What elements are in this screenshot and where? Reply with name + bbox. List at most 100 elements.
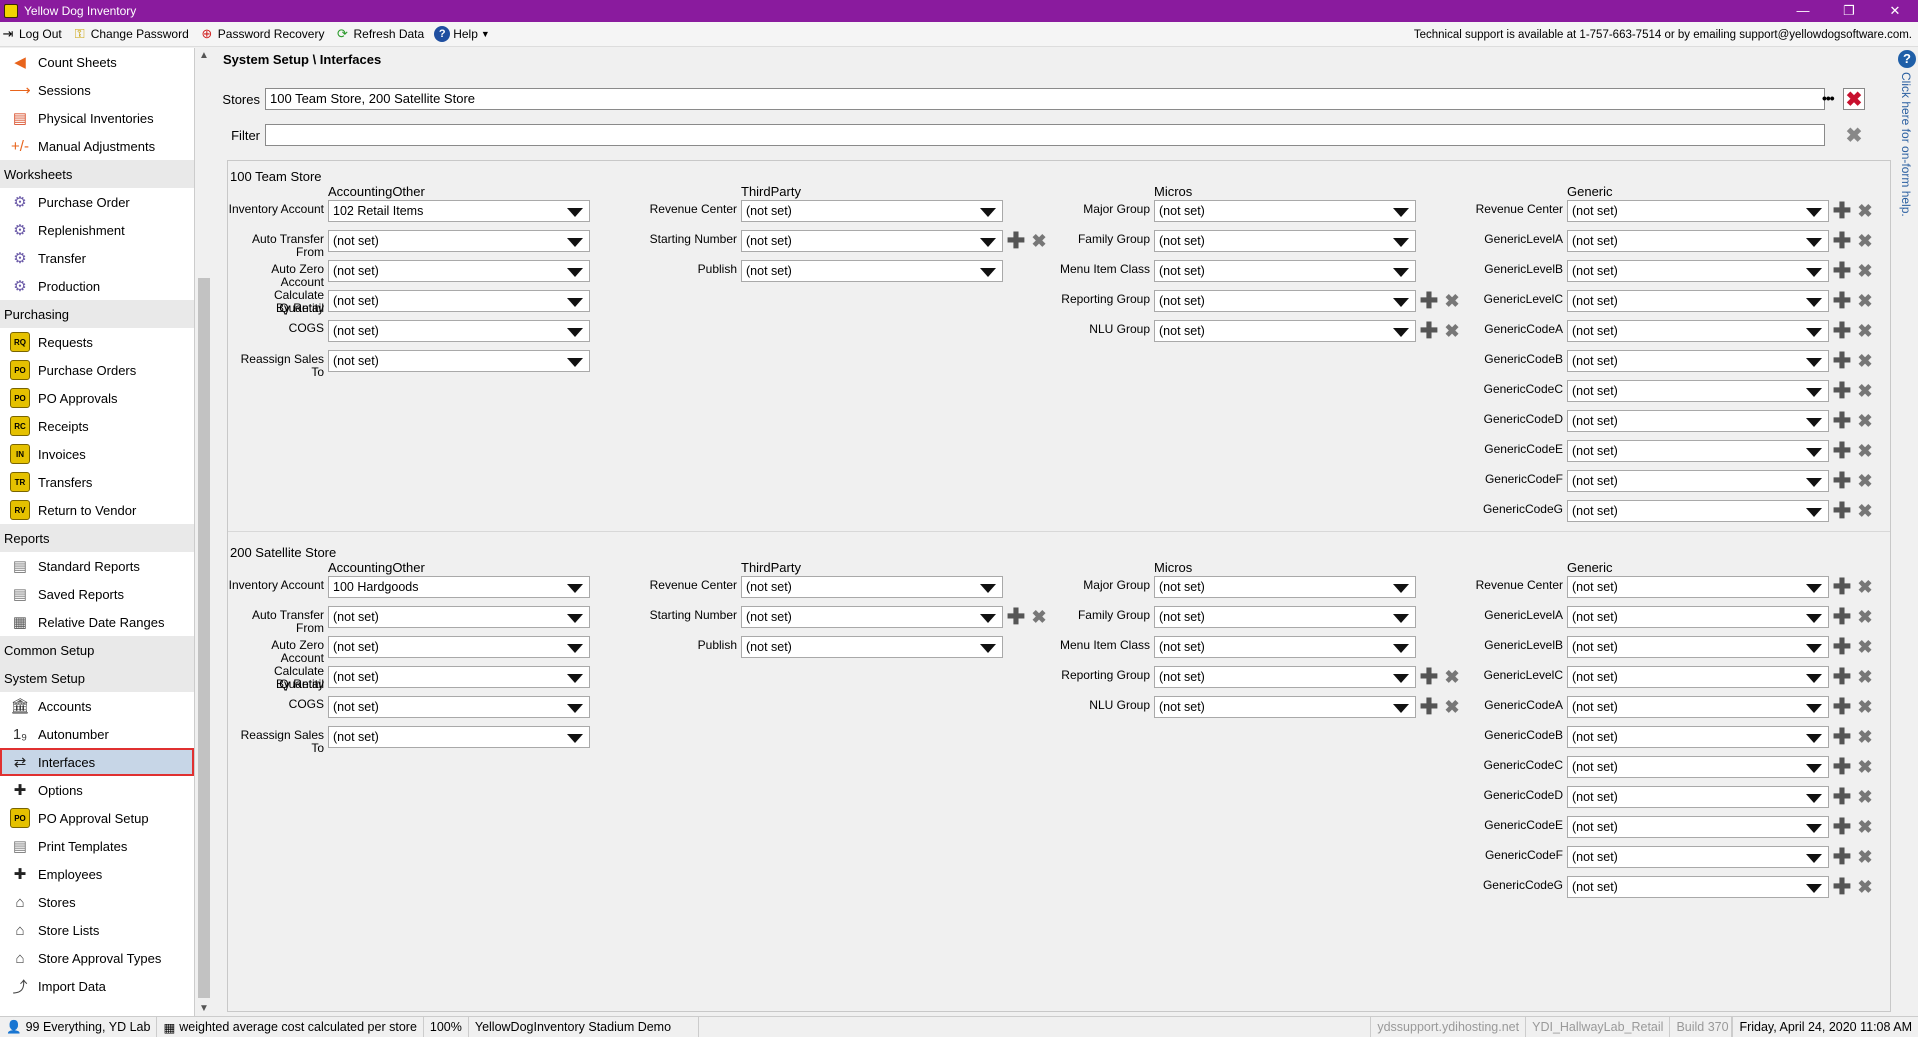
generic-dropdown[interactable]: (not set)	[1567, 440, 1829, 462]
add-icon[interactable]: ✚	[1832, 846, 1852, 868]
dropdown-arrow-icon[interactable]	[1393, 674, 1409, 683]
password-recovery-button[interactable]: ⊕ Password Recovery	[199, 26, 324, 42]
sidebar-section-system-setup[interactable]: System Setup	[0, 664, 194, 692]
dropdown-arrow-icon[interactable]	[1393, 704, 1409, 713]
dropdown-arrow-icon[interactable]	[980, 208, 996, 217]
remove-icon[interactable]: ✖	[1855, 261, 1875, 281]
micros-dropdown[interactable]: (not set)	[1154, 200, 1416, 222]
generic-dropdown[interactable]: (not set)	[1567, 200, 1829, 222]
add-icon[interactable]: ✚	[1832, 260, 1852, 282]
sidebar-item-manual-adjustments[interactable]: +/- Manual Adjustments	[0, 132, 194, 160]
remove-icon[interactable]: ✖	[1855, 441, 1875, 461]
generic-dropdown[interactable]: (not set)	[1567, 350, 1829, 372]
restore-button[interactable]: ❐	[1826, 0, 1872, 22]
remove-icon[interactable]: ✖	[1855, 727, 1875, 747]
sidebar-item-options[interactable]: ✚ Options	[0, 776, 194, 804]
micros-dropdown[interactable]: (not set)	[1154, 636, 1416, 658]
add-icon[interactable]: ✚	[1832, 410, 1852, 432]
add-icon[interactable]: ✚	[1832, 320, 1852, 342]
sidebar-item-purchase-order[interactable]: ⚙ Purchase Order	[0, 188, 194, 216]
sidebar-item-production[interactable]: ⚙ Production	[0, 272, 194, 300]
accounting-dropdown[interactable]: (not set)	[328, 230, 590, 252]
micros-dropdown[interactable]: (not set)	[1154, 696, 1416, 718]
remove-icon[interactable]: ✖	[1855, 411, 1875, 431]
generic-dropdown[interactable]: (not set)	[1567, 260, 1829, 282]
stores-input[interactable]: 100 Team Store, 200 Satellite Store	[265, 88, 1825, 110]
remove-icon[interactable]: ✖	[1855, 877, 1875, 897]
micros-dropdown[interactable]: (not set)	[1154, 576, 1416, 598]
dropdown-arrow-icon[interactable]	[567, 208, 583, 217]
add-icon[interactable]: ✚	[1419, 666, 1439, 688]
generic-dropdown[interactable]: (not set)	[1567, 230, 1829, 252]
sidebar-item-physical-inventories[interactable]: ▤ Physical Inventories	[0, 104, 194, 132]
sidebar-item-interfaces[interactable]: ⇄ Interfaces	[0, 748, 194, 776]
generic-dropdown[interactable]: (not set)	[1567, 816, 1829, 838]
generic-dropdown[interactable]: (not set)	[1567, 666, 1829, 688]
dropdown-arrow-icon[interactable]	[1806, 298, 1822, 307]
sidebar-item-replenishment[interactable]: ⚙ Replenishment	[0, 216, 194, 244]
sidebar-item-import-data[interactable]: ⤴ Import Data	[0, 972, 194, 1000]
scroll-up-icon[interactable]: ▲	[199, 50, 209, 61]
accounting-dropdown[interactable]: (not set)	[328, 726, 590, 748]
dropdown-arrow-icon[interactable]	[567, 704, 583, 713]
sidebar-item-po-approval-setup[interactable]: PO PO Approval Setup	[0, 804, 194, 832]
accounting-dropdown[interactable]: (not set)	[328, 320, 590, 342]
generic-dropdown[interactable]: (not set)	[1567, 606, 1829, 628]
sidebar-item-relative-date-ranges[interactable]: ▦ Relative Date Ranges	[0, 608, 194, 636]
accounting-dropdown[interactable]: (not set)	[328, 290, 590, 312]
generic-dropdown[interactable]: (not set)	[1567, 576, 1829, 598]
add-icon[interactable]: ✚	[1006, 230, 1026, 252]
sidebar-item-autonumber[interactable]: 1₉ Autonumber	[0, 720, 194, 748]
help-strip-text[interactable]: Click here for on-form help.	[1899, 72, 1913, 217]
dropdown-arrow-icon[interactable]	[1806, 418, 1822, 427]
remove-icon[interactable]: ✖	[1855, 291, 1875, 311]
dropdown-arrow-icon[interactable]	[980, 614, 996, 623]
dropdown-arrow-icon[interactable]	[1806, 584, 1822, 593]
accounting-dropdown[interactable]: (not set)	[328, 666, 590, 688]
generic-dropdown[interactable]: (not set)	[1567, 696, 1829, 718]
help-strip[interactable]: ? Click here for on-form help.	[1896, 48, 1918, 1016]
scroll-down-icon[interactable]: ▼	[199, 1003, 209, 1014]
add-icon[interactable]: ✚	[1832, 786, 1852, 808]
dropdown-arrow-icon[interactable]	[1393, 238, 1409, 247]
add-icon[interactable]: ✚	[1832, 500, 1852, 522]
sidebar-item-accounts[interactable]: 🏛 Accounts	[0, 692, 194, 720]
generic-dropdown[interactable]: (not set)	[1567, 380, 1829, 402]
dropdown-arrow-icon[interactable]	[1806, 824, 1822, 833]
sidebar-scrollbar[interactable]: ▲ ▼	[195, 48, 213, 1016]
add-icon[interactable]: ✚	[1419, 320, 1439, 342]
generic-dropdown[interactable]: (not set)	[1567, 846, 1829, 868]
generic-dropdown[interactable]: (not set)	[1567, 470, 1829, 492]
dropdown-arrow-icon[interactable]	[567, 298, 583, 307]
remove-icon[interactable]: ✖	[1855, 501, 1875, 521]
dropdown-arrow-icon[interactable]	[1806, 614, 1822, 623]
micros-dropdown[interactable]: (not set)	[1154, 260, 1416, 282]
sidebar-item-store-approval-types[interactable]: ⌂ Store Approval Types	[0, 944, 194, 972]
dropdown-arrow-icon[interactable]	[1806, 328, 1822, 337]
remove-icon[interactable]: ✖	[1855, 231, 1875, 251]
dropdown-arrow-icon[interactable]	[567, 674, 583, 683]
sidebar-item-return-to-vendor[interactable]: RV Return to Vendor	[0, 496, 194, 524]
micros-dropdown[interactable]: (not set)	[1154, 230, 1416, 252]
thirdparty-dropdown[interactable]: (not set)	[741, 606, 1003, 628]
dropdown-arrow-icon[interactable]	[1806, 854, 1822, 863]
accounting-dropdown[interactable]: (not set)	[328, 606, 590, 628]
clear-filter-button[interactable]: ✖	[1843, 124, 1865, 147]
add-icon[interactable]: ✚	[1006, 606, 1026, 628]
add-icon[interactable]: ✚	[1832, 636, 1852, 658]
dropdown-arrow-icon[interactable]	[980, 238, 996, 247]
remove-icon[interactable]: ✖	[1855, 667, 1875, 687]
remove-icon[interactable]: ✖	[1855, 637, 1875, 657]
dropdown-arrow-icon[interactable]	[567, 644, 583, 653]
dropdown-arrow-icon[interactable]	[1806, 358, 1822, 367]
micros-dropdown[interactable]: (not set)	[1154, 606, 1416, 628]
add-icon[interactable]: ✚	[1832, 816, 1852, 838]
accounting-dropdown[interactable]: (not set)	[328, 636, 590, 658]
accounting-dropdown[interactable]: (not set)	[328, 696, 590, 718]
accounting-dropdown[interactable]: 100 Hardgoods	[328, 576, 590, 598]
sidebar-item-po-approvals[interactable]: PO PO Approvals	[0, 384, 194, 412]
dropdown-arrow-icon[interactable]	[1806, 764, 1822, 773]
dropdown-arrow-icon[interactable]	[1806, 478, 1822, 487]
dropdown-arrow-icon[interactable]	[1806, 268, 1822, 277]
generic-dropdown[interactable]: (not set)	[1567, 500, 1829, 522]
